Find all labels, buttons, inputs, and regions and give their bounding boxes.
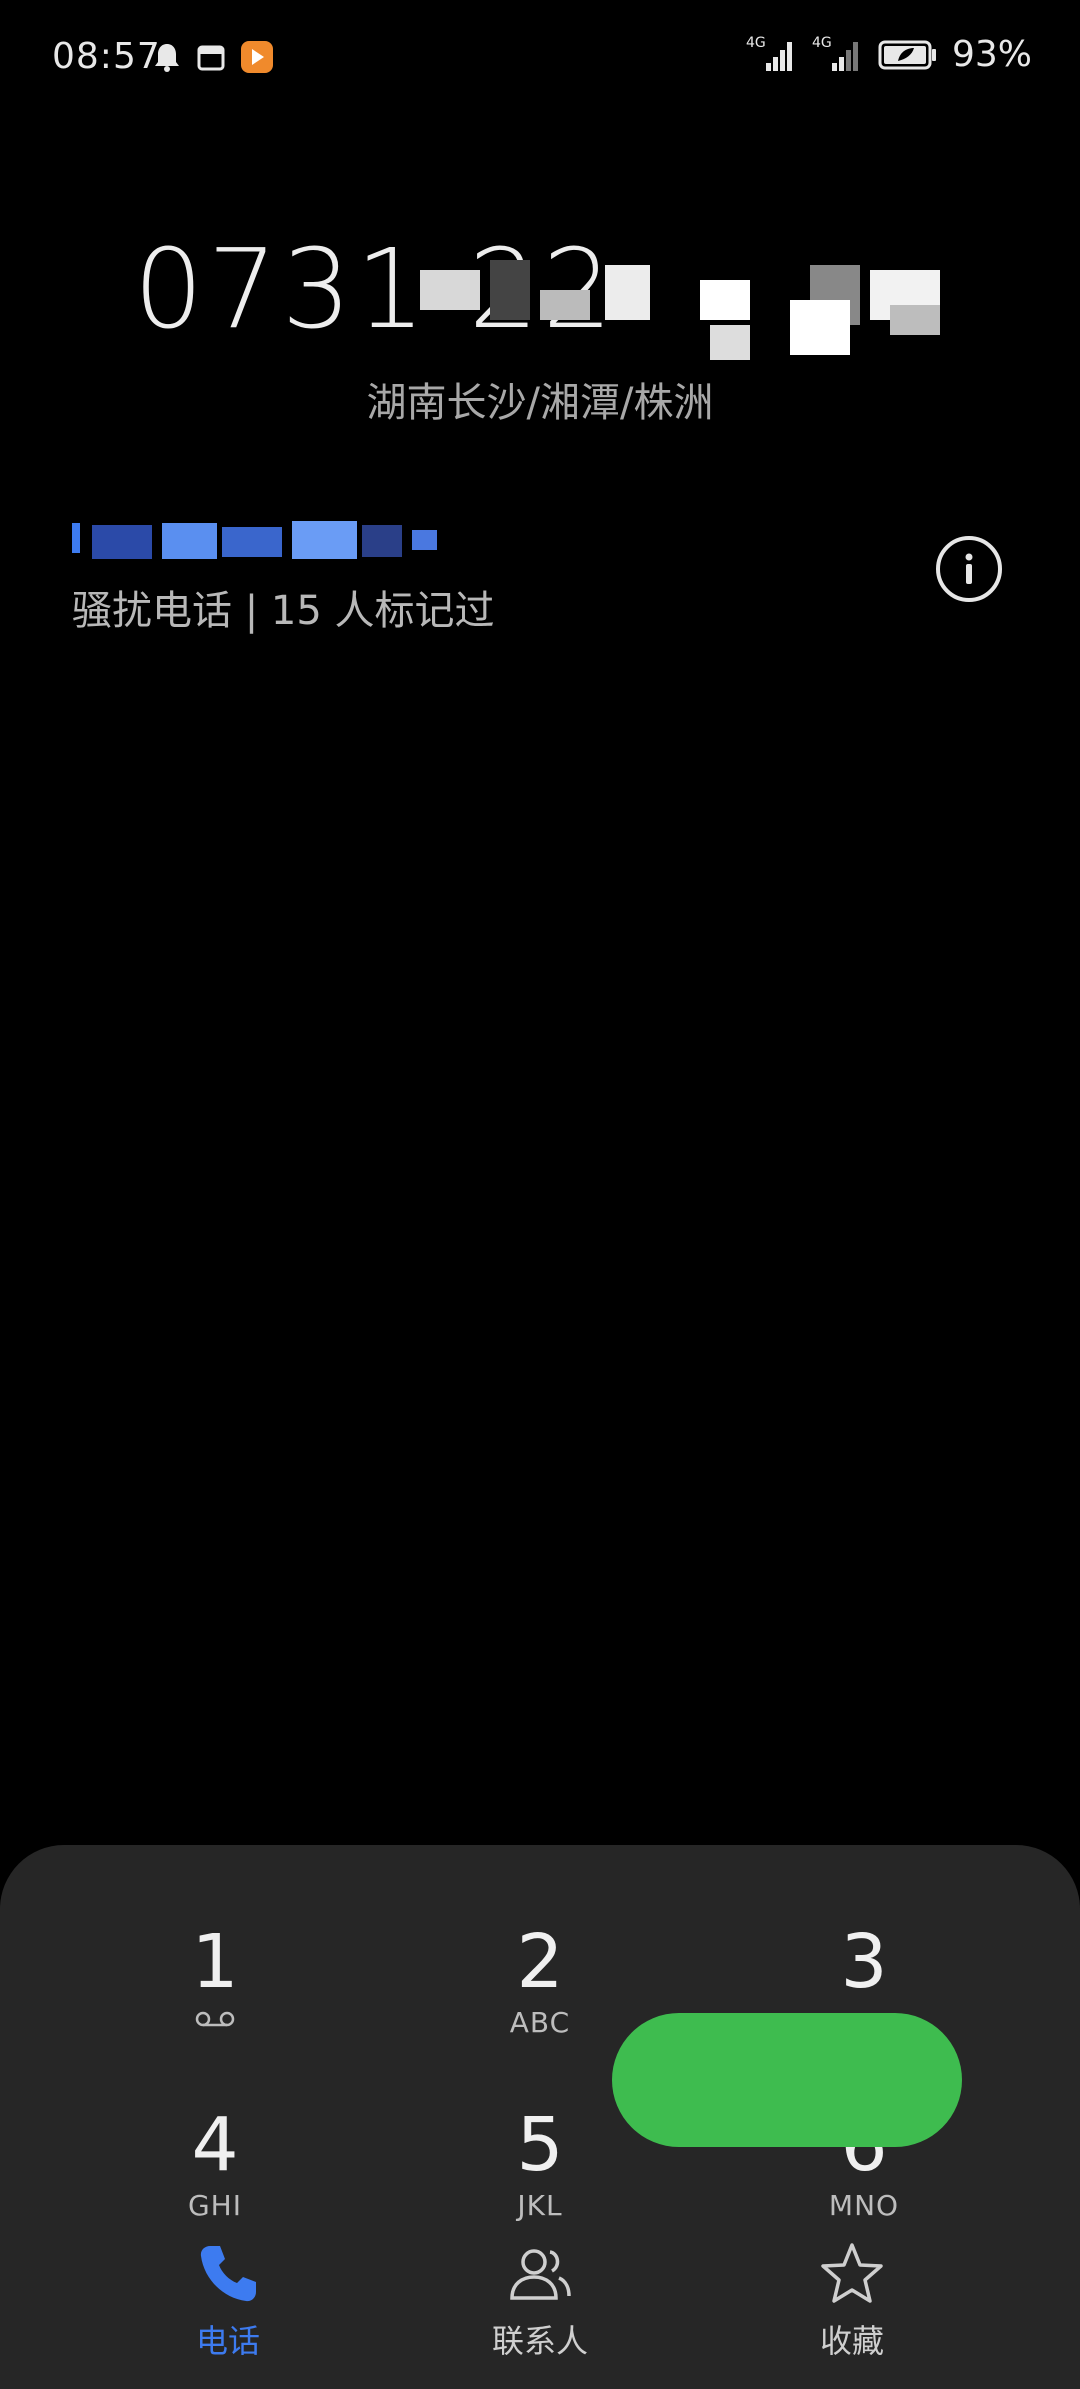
info-button[interactable] bbox=[936, 536, 1002, 602]
tab-contacts-label: 联系人 bbox=[491, 2322, 588, 2360]
tab-contacts[interactable]: 联系人 bbox=[440, 2240, 640, 2362]
battery-icon bbox=[878, 40, 936, 69]
key-2-digit: 2 bbox=[516, 1919, 564, 2005]
key-4[interactable]: 4 GHI bbox=[85, 2105, 345, 2222]
key-3-digit: 3 bbox=[840, 1919, 888, 2005]
key-4-letters: GHI bbox=[187, 2189, 242, 2222]
video-app-icon bbox=[241, 41, 273, 73]
status-right: 4G 4G 93% bbox=[746, 34, 1032, 75]
redaction-mask bbox=[420, 250, 960, 370]
signal-icon-1: 4G bbox=[746, 35, 798, 73]
status-bar: 08:57 4G 4G 93% bbox=[0, 0, 1080, 120]
bell-icon bbox=[155, 44, 179, 72]
status-time: 08:57 bbox=[52, 36, 161, 77]
key-6-letters: MNO bbox=[828, 2189, 900, 2222]
tab-phone-label: 电话 bbox=[195, 2322, 260, 2360]
tab-favorites-label: 收藏 bbox=[819, 2322, 884, 2360]
bottom-tab-bar: 电话 联系人 收藏 bbox=[0, 2240, 1080, 2389]
key-1-digit: 1 bbox=[191, 1919, 239, 2005]
call-button[interactable] bbox=[612, 2013, 962, 2147]
signal-icon-2: 4G bbox=[812, 35, 864, 73]
key-4-digit: 4 bbox=[191, 2102, 239, 2188]
spam-tag-label: 骚扰电话 | 15 人标记过 bbox=[72, 588, 495, 634]
voicemail-icon bbox=[195, 2011, 235, 2027]
tagged-number-redacted bbox=[72, 515, 462, 565]
notification-icons bbox=[152, 40, 274, 74]
battery-percent: 93% bbox=[951, 34, 1032, 75]
key-2[interactable]: 2 ABC bbox=[410, 1922, 670, 2039]
info-icon bbox=[965, 553, 973, 584]
key-3[interactable]: 3 bbox=[734, 1922, 994, 2002]
key-1[interactable]: 1 bbox=[85, 1922, 345, 2034]
caller-location: 湖南长沙/湘潭/株洲 bbox=[366, 380, 714, 426]
tab-phone[interactable]: 电话 bbox=[128, 2240, 328, 2362]
contacts-icon bbox=[510, 2249, 571, 2300]
key-5-letters: JKL bbox=[517, 2189, 563, 2222]
calendar-icon bbox=[197, 45, 225, 71]
tab-favorites[interactable]: 收藏 bbox=[752, 2240, 952, 2362]
phone-icon bbox=[200, 2246, 256, 2302]
star-icon bbox=[821, 2243, 883, 2303]
